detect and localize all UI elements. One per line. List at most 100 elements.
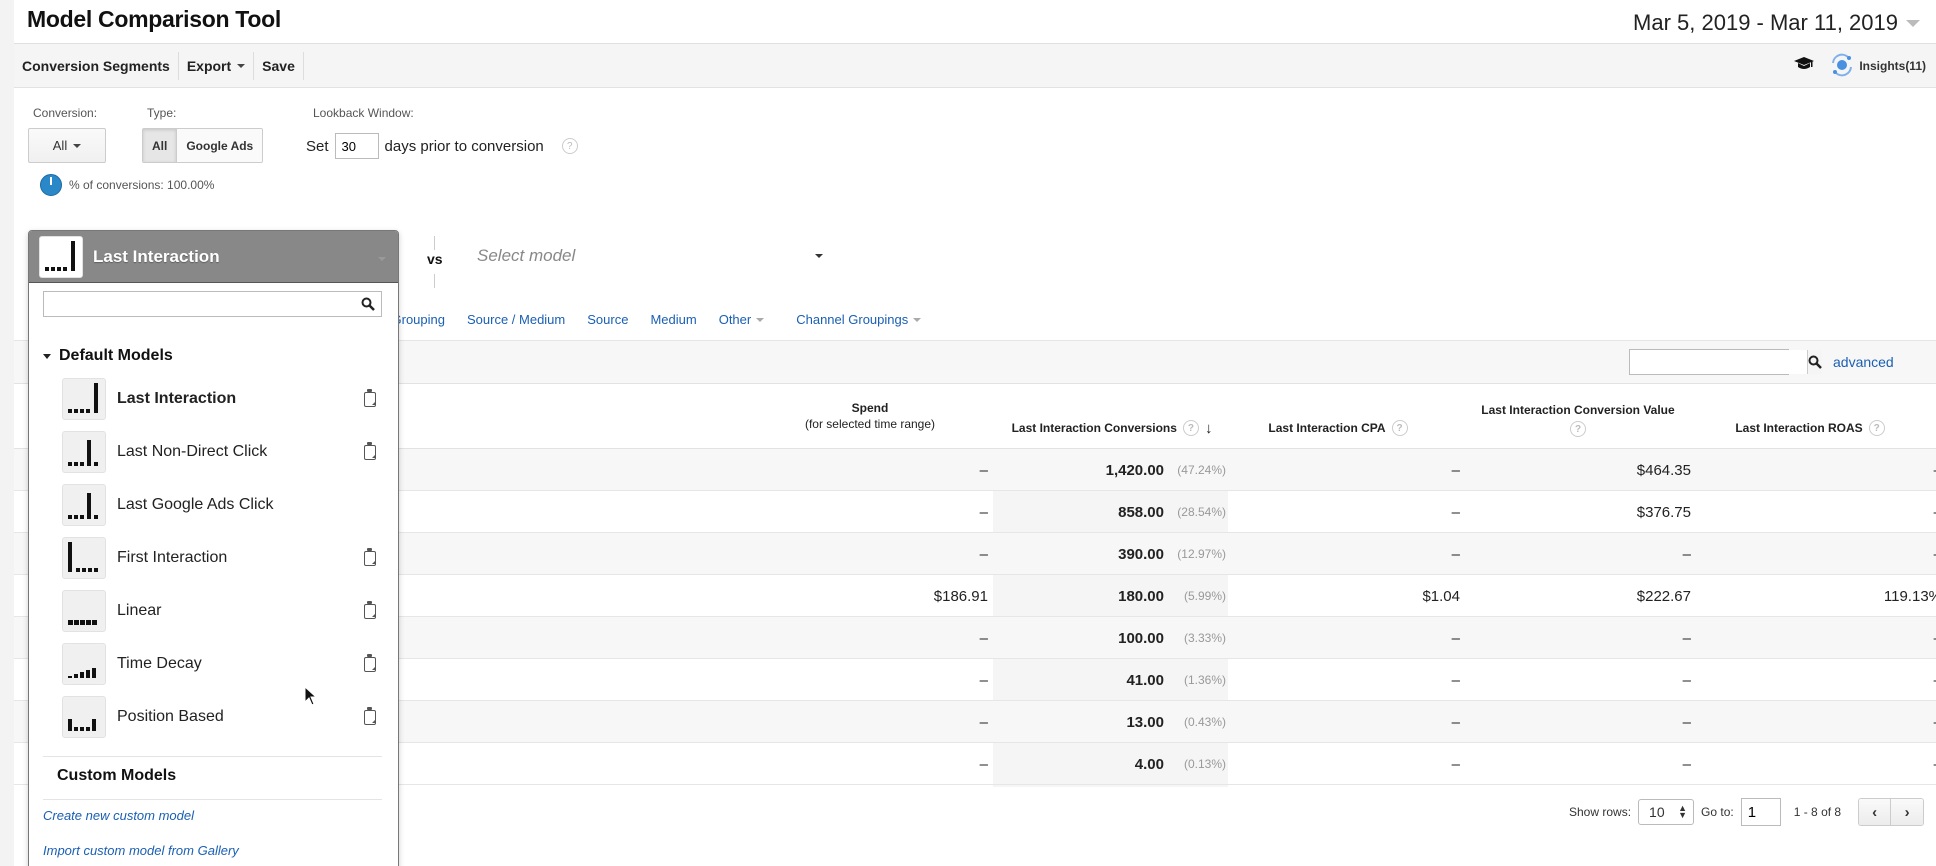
cell-conversions: 180.00 (5.99%) <box>1118 575 1226 617</box>
prev-page-button[interactable]: ‹ <box>1859 799 1892 825</box>
copy-icon[interactable] <box>364 600 376 619</box>
next-page-button[interactable]: › <box>1891 799 1924 825</box>
help-icon[interactable]: ? <box>1391 420 1408 436</box>
model-item-last-google-ads-click[interactable]: Last Google Ads Click <box>62 483 382 527</box>
model-search[interactable] <box>43 291 382 317</box>
search-icon <box>361 297 375 311</box>
copy-icon[interactable] <box>364 388 376 407</box>
lookback-prefix: Set <box>306 137 329 155</box>
type-google-ads-button[interactable]: Google Ads <box>177 129 263 162</box>
copy-icon[interactable] <box>364 547 376 566</box>
insights-label: Insights(11) <box>1859 59 1926 73</box>
model-icon-linear <box>62 590 106 632</box>
help-icon[interactable]: ? <box>1868 420 1885 436</box>
dimension-source[interactable]: Source <box>587 312 628 327</box>
cell-conversions: 390.00 (12.97%) <box>1118 533 1226 575</box>
caret-down-icon <box>73 143 82 148</box>
conversion-segments-label: Conversion Segments <box>22 57 170 74</box>
model-item-last-non-direct-click[interactable]: Last Non-Direct Click <box>62 430 382 474</box>
cell-spend-value: – <box>979 629 988 647</box>
copy-icon[interactable] <box>364 706 376 725</box>
conversion-segments-button[interactable]: Conversion Segments <box>14 51 179 80</box>
show-rows-label: Show rows: <box>1569 805 1632 819</box>
table-search-input[interactable] <box>1630 350 1807 374</box>
caret-down-icon <box>815 254 823 258</box>
default-models-section[interactable]: Default Models <box>43 347 173 365</box>
graduation-cap-icon[interactable] <box>1794 56 1815 76</box>
model-name: First Interaction <box>117 549 228 566</box>
cell-cpa: – <box>1452 533 1460 575</box>
conversion-value-header-label: Last Interaction Conversion Value <box>1481 403 1675 417</box>
model-dropdown: Last Interaction Default Models Last Int… <box>28 230 399 866</box>
dimension-channel-groupings[interactable]: Channel Groupings <box>796 312 922 327</box>
dimension-other[interactable]: Other <box>719 312 765 327</box>
cell-spend: – <box>980 617 988 659</box>
lookback-suffix: days prior to conversion <box>384 137 544 155</box>
cell-cpa: $1.04 <box>1422 575 1460 617</box>
lookback-days-input[interactable] <box>334 133 379 159</box>
cell-spend: – <box>980 659 988 701</box>
column-header-spend[interactable]: Spend (for selected time range) <box>770 384 970 448</box>
cell-conversions-percent: (47.24%) <box>1177 463 1226 477</box>
collapse-triangle-icon <box>43 353 51 359</box>
divider <box>43 799 382 800</box>
model-item-last-interaction[interactable]: Last Interaction <box>62 377 382 421</box>
model-name: Position Based <box>117 708 224 725</box>
lookback-window: Set days prior to conversion ? <box>306 133 578 159</box>
model-name: Last Non-Direct Click <box>117 443 268 460</box>
column-header-conversion-value[interactable]: Last Interaction Conversion Value ? <box>1460 388 1696 452</box>
primary-dimension-tabs: l Grouping Source / Medium Source Medium… <box>385 312 922 327</box>
cell-conversions-value: 858.00 <box>1118 503 1164 521</box>
copy-icon[interactable] <box>364 653 376 672</box>
cell-conversion-value: $464.35 <box>1637 449 1691 491</box>
vs-label: vs <box>427 251 443 267</box>
type-all-button[interactable]: All <box>143 129 178 162</box>
cell-conversions: 100.00 (3.33%) <box>1118 617 1226 659</box>
model-icon-position-based <box>62 696 106 738</box>
export-label: Export <box>186 57 232 74</box>
caret-down-icon <box>913 317 922 322</box>
cell-conversion-value-value: – <box>1682 755 1691 773</box>
conversion-select[interactable]: All <box>28 128 106 163</box>
date-range-picker[interactable]: Mar 5, 2019 - Mar 11, 2019 <box>1627 8 1926 38</box>
cell-cpa: – <box>1452 743 1460 785</box>
search-button[interactable] <box>1807 350 1822 374</box>
help-icon[interactable]: ? <box>1182 420 1199 436</box>
model-item-linear[interactable]: Linear <box>62 589 382 633</box>
model-dropdown-header[interactable]: Last Interaction <box>29 231 398 283</box>
show-rows-select[interactable]: 10 ▲ ▼ <box>1638 799 1695 825</box>
model-item-first-interaction[interactable]: First Interaction <box>62 536 382 580</box>
show-rows-value: 10 <box>1649 804 1665 820</box>
help-icon[interactable]: ? <box>561 138 578 154</box>
select-model-dropdown[interactable]: Select model <box>477 246 823 266</box>
create-custom-model-link[interactable]: Create new custom model <box>43 808 194 823</box>
cell-cpa-value: – <box>1451 671 1460 689</box>
dimension-other-label: Other <box>718 312 752 327</box>
dimension-medium[interactable]: Medium <box>650 312 696 327</box>
model-item-position-based[interactable]: Position Based <box>62 695 382 739</box>
save-button[interactable]: Save <box>254 51 304 80</box>
spend-header-sublabel: (for selected time range) <box>804 417 936 431</box>
goto-label: Go to: <box>1701 805 1734 819</box>
cell-conversions-percent: (0.43%) <box>1183 715 1226 729</box>
cpa-header-label: Last Interaction CPA <box>1268 421 1386 435</box>
export-button[interactable]: Export <box>179 51 255 80</box>
table-search <box>1629 349 1822 375</box>
copy-icon[interactable] <box>364 441 376 460</box>
cell-spend-value: – <box>979 461 988 479</box>
model-item-time-decay[interactable]: Time Decay <box>62 642 382 686</box>
cell-conversions: 4.00 (0.13%) <box>1135 743 1226 785</box>
advanced-filter-link[interactable]: advanced <box>1833 354 1894 370</box>
caret-down-icon <box>756 317 765 322</box>
model-icon-time-decay <box>62 643 106 685</box>
dimension-source-medium[interactable]: Source / Medium <box>467 312 565 327</box>
sort-descending-icon[interactable]: ↓ <box>1205 420 1213 437</box>
cell-conversions-value: 100.00 <box>1118 629 1164 647</box>
cell-conversions-value: 41.00 <box>1126 671 1164 689</box>
page-range: 1 - 8 of 8 <box>1793 805 1842 819</box>
insights-button[interactable]: Insights(11) <box>1830 53 1926 80</box>
help-icon[interactable]: ? <box>1570 421 1586 437</box>
cell-conversion-value: $222.67 <box>1637 575 1691 617</box>
goto-page-input[interactable] <box>1740 798 1781 826</box>
import-custom-model-link[interactable]: Import custom model from Gallery <box>43 843 239 858</box>
